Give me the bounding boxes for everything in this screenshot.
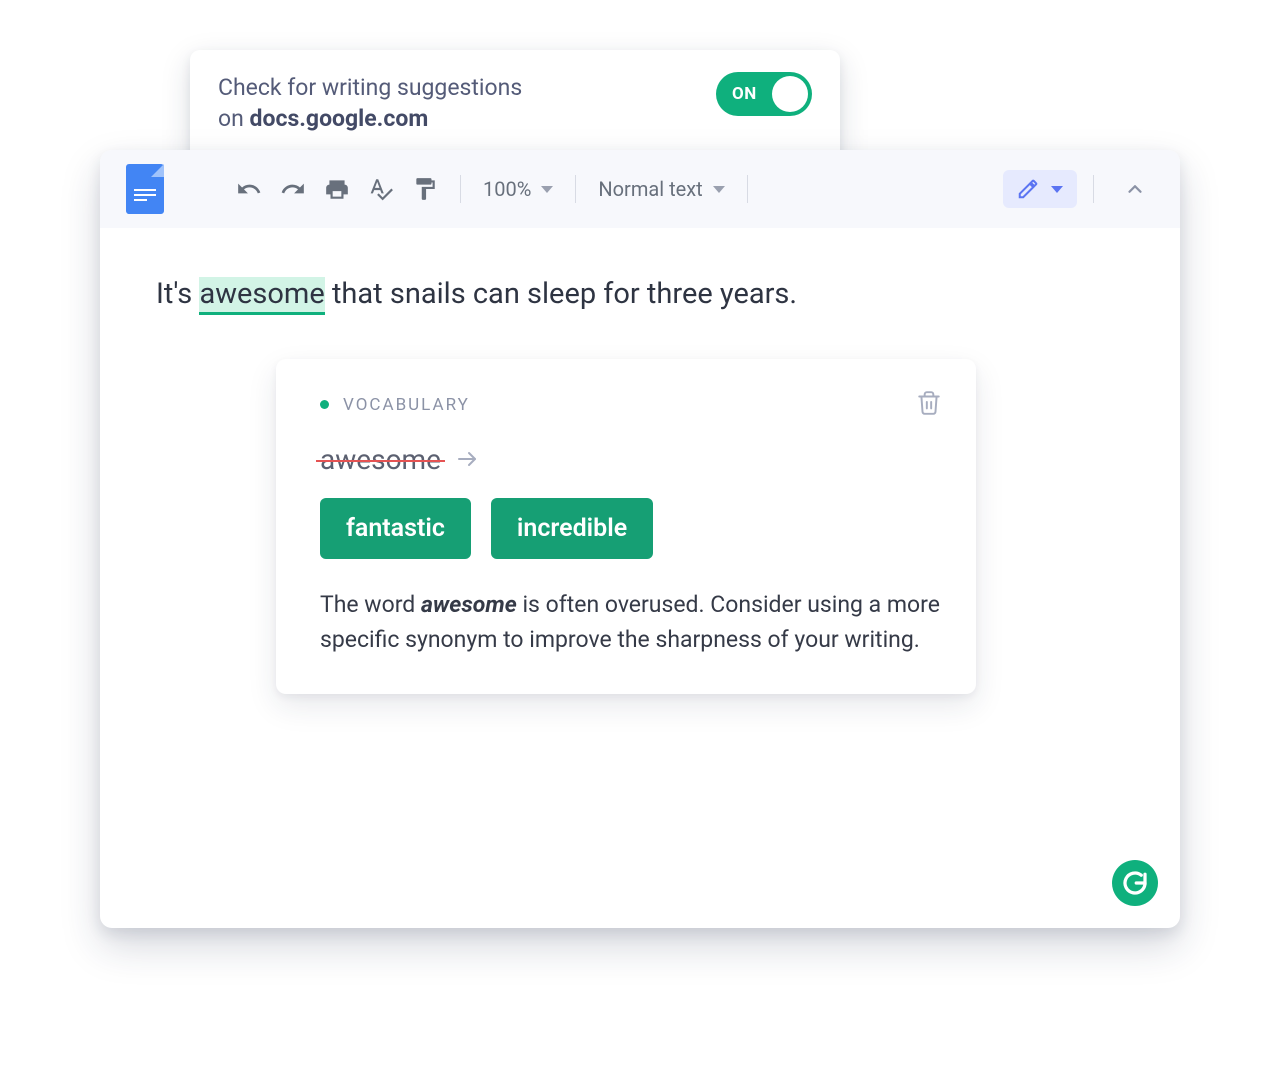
document-body[interactable]: It's awesome that snails can sleep for t…: [100, 228, 1180, 928]
document-text: It's awesome that snails can sleep for t…: [156, 274, 1124, 315]
paint-format-button[interactable]: [406, 170, 444, 208]
category-label: VOCABULARY: [343, 395, 470, 415]
separator: [1093, 175, 1094, 203]
enable-toggle[interactable]: ON: [716, 72, 812, 116]
desc-pre: The word: [320, 591, 421, 618]
struck-word: awesome: [320, 443, 441, 476]
separator: [460, 175, 461, 203]
text-before: It's: [156, 277, 199, 311]
grammarly-badge[interactable]: [1112, 860, 1158, 906]
suggestion-chips: fantastic incredible: [320, 498, 942, 559]
toggle-domain: docs.google.com: [250, 105, 429, 132]
zoom-value: 100%: [483, 177, 531, 201]
desc-emphasis: awesome: [421, 591, 517, 618]
suggestion-category: VOCABULARY: [320, 395, 470, 415]
suggestion-description: The word awesome is often overused. Cons…: [320, 587, 942, 658]
separator: [747, 175, 748, 203]
chevron-down-icon: [541, 186, 553, 193]
print-icon: [324, 176, 350, 202]
undo-icon: [236, 176, 262, 202]
undo-button[interactable]: [230, 170, 268, 208]
pencil-icon: [1017, 178, 1039, 200]
extension-toggle-label: Check for writing suggestions on docs.go…: [218, 72, 522, 134]
edit-mode-dropdown[interactable]: [1003, 170, 1077, 208]
dismiss-suggestion-button[interactable]: [916, 389, 942, 421]
print-button[interactable]: [318, 170, 356, 208]
style-value: Normal text: [598, 177, 702, 201]
arrow-right-icon: [455, 447, 479, 471]
chevron-down-icon: [713, 186, 725, 193]
trash-icon: [916, 389, 942, 417]
chevron-down-icon: [1051, 186, 1063, 193]
collapse-toolbar-button[interactable]: [1116, 170, 1154, 208]
redo-button[interactable]: [274, 170, 312, 208]
style-dropdown[interactable]: Normal text: [592, 177, 730, 201]
google-docs-icon[interactable]: [126, 164, 164, 214]
text-after: that snails can sleep for three years.: [325, 277, 797, 311]
spellcheck-button[interactable]: [362, 170, 400, 208]
document-window: 100% Normal text It's awesome th: [100, 150, 1180, 928]
redo-icon: [280, 176, 306, 202]
original-word-row: awesome: [320, 443, 942, 476]
separator: [575, 175, 576, 203]
category-dot: [320, 400, 329, 409]
toggle-line2-prefix: on: [218, 105, 250, 132]
suggestion-chip-incredible[interactable]: incredible: [491, 498, 653, 559]
suggestion-chip-fantastic[interactable]: fantastic: [320, 498, 471, 559]
chevron-up-icon: [1124, 178, 1146, 200]
grammarly-logo-icon: [1120, 868, 1150, 898]
zoom-dropdown[interactable]: 100%: [477, 177, 559, 201]
highlighted-word[interactable]: awesome: [199, 277, 324, 315]
suggestion-card: VOCABULARY awesome fantastic incredible …: [276, 359, 976, 694]
docs-toolbar: 100% Normal text: [100, 150, 1180, 228]
toggle-line1: Check for writing suggestions: [218, 74, 522, 101]
spellcheck-icon: [368, 176, 394, 202]
paint-roller-icon: [412, 176, 438, 202]
toggle-state-label: ON: [732, 84, 757, 104]
toggle-knob: [772, 76, 808, 112]
